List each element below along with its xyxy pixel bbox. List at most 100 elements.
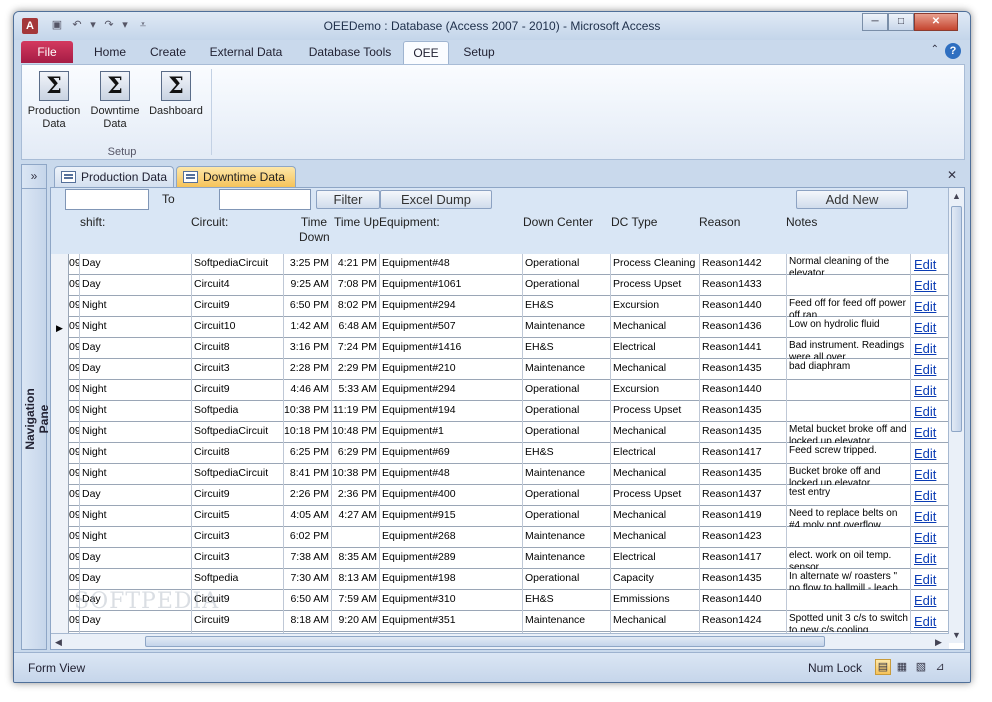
scroll-right-icon[interactable]: ▶ <box>931 634 946 649</box>
row-notes[interactable]: Feed off for feed off power off ran <box>787 296 911 317</box>
row-notes[interactable] <box>787 380 911 401</box>
row-time-down[interactable]: 8:18 AM <box>284 611 332 632</box>
row-reason[interactable]: Reason1435 <box>700 401 787 422</box>
row-down-center[interactable]: EH&S <box>523 296 611 317</box>
row-time-up[interactable]: 9:20 AM <box>332 611 380 632</box>
row-time-up[interactable]: 4:27 AM <box>332 506 380 527</box>
row-reason[interactable]: Reason1437 <box>700 485 787 506</box>
row-time-up[interactable]: 8:02 PM <box>332 296 380 317</box>
maximize-button[interactable]: □ <box>888 13 914 31</box>
row-shift[interactable]: Day <box>80 275 192 296</box>
row-shift[interactable]: Day <box>80 611 192 632</box>
row-circuit[interactable]: Softpedia <box>192 569 284 590</box>
row-equipment[interactable]: Equipment#507 <box>380 317 523 338</box>
row-notes[interactable]: Metal bucket broke off and locked up ele… <box>787 422 911 443</box>
row-down-center[interactable]: Operational <box>523 422 611 443</box>
add-new-button[interactable]: Add New <box>796 190 908 209</box>
row-reason[interactable]: Reason1440 <box>700 380 787 401</box>
row-time-down[interactable]: 4:46 AM <box>284 380 332 401</box>
row-notes[interactable]: Need to replace belts on #4 moly pnt ove… <box>787 506 911 527</box>
row-time-down[interactable]: 3:25 PM <box>284 254 332 275</box>
row-shift[interactable]: Day <box>80 548 192 569</box>
row-dc-type[interactable]: Excursion <box>611 296 700 317</box>
row-dc-type[interactable]: Mechanical <box>611 506 700 527</box>
close-window-button[interactable]: ✕ <box>914 13 958 31</box>
table-row[interactable]: 09 Night Softpedia 10:38 PM 11:19 PM Equipmen… <box>51 401 949 422</box>
table-row[interactable]: ▶ 09 Night Circuit10 1:42 AM 6:48 AM Equipment… <box>51 317 949 338</box>
row-reason[interactable]: Reason1424 <box>700 611 787 632</box>
row-shift[interactable]: Night <box>80 401 192 422</box>
table-row[interactable]: 09 Day SoftpediaCircuit 3:25 PM 4:21 PM Equip… <box>51 254 949 275</box>
row-circuit[interactable]: SoftpediaCircuit <box>192 254 284 275</box>
row-time-down[interactable]: 1:42 AM <box>284 317 332 338</box>
tab-production-data[interactable]: Production Data <box>54 166 174 187</box>
edit-link[interactable]: Edit <box>911 275 943 296</box>
row-time-up[interactable]: 10:48 PM <box>332 422 380 443</box>
row-time-down[interactable]: 7:30 AM <box>284 569 332 590</box>
row-circuit[interactable]: Circuit9 <box>192 485 284 506</box>
row-dc-type[interactable]: Mechanical <box>611 464 700 485</box>
scroll-down-icon[interactable]: ▼ <box>949 627 964 643</box>
row-shift[interactable]: Night <box>80 506 192 527</box>
row-date[interactable]: 09 <box>69 317 80 338</box>
row-date[interactable]: 09 <box>69 338 80 359</box>
row-notes[interactable]: bad diaphram <box>787 359 911 380</box>
row-down-center[interactable]: Maintenance <box>523 464 611 485</box>
row-notes[interactable] <box>787 590 911 611</box>
row-notes[interactable] <box>787 275 911 296</box>
row-shift[interactable]: Night <box>80 317 192 338</box>
from-date-field[interactable] <box>65 189 149 210</box>
row-reason[interactable]: Reason1442 <box>700 254 787 275</box>
row-date[interactable]: 09 <box>69 464 80 485</box>
edit-link[interactable]: Edit <box>911 359 943 380</box>
tab-database-tools[interactable]: Database Tools <box>299 41 401 64</box>
table-row[interactable]: 09 Day Softpedia 7:30 AM 8:13 AM Equipment#19… <box>51 569 949 590</box>
record-selector[interactable] <box>51 401 69 422</box>
row-down-center[interactable]: Maintenance <box>523 317 611 338</box>
row-time-down[interactable]: 9:25 AM <box>284 275 332 296</box>
row-circuit[interactable]: SoftpediaCircuit <box>192 422 284 443</box>
row-reason[interactable]: Reason1440 <box>700 590 787 611</box>
row-date[interactable]: 09 <box>69 380 80 401</box>
row-equipment[interactable]: Equipment#48 <box>380 254 523 275</box>
row-time-up[interactable]: 8:35 AM <box>332 548 380 569</box>
tab-external-data[interactable]: External Data <box>201 41 291 64</box>
row-equipment[interactable]: Equipment#294 <box>380 296 523 317</box>
row-down-center[interactable]: Maintenance <box>523 527 611 548</box>
table-row[interactable]: 09 Night Circuit9 4:46 AM 5:33 AM Equipment#2… <box>51 380 949 401</box>
row-date[interactable]: 09 <box>69 296 80 317</box>
row-notes[interactable] <box>787 401 911 422</box>
row-notes[interactable]: Bucket broke off and locked up elevator <box>787 464 911 485</box>
row-date[interactable]: 09 <box>69 569 80 590</box>
row-down-center[interactable]: Operational <box>523 569 611 590</box>
row-time-up[interactable] <box>332 527 380 548</box>
minimize-button[interactable]: ─ <box>862 13 888 31</box>
row-shift[interactable]: Night <box>80 380 192 401</box>
record-selector[interactable] <box>51 485 69 506</box>
table-row[interactable]: 09 Night Circuit9 6:50 PM 8:02 PM Equipment#2… <box>51 296 949 317</box>
row-dc-type[interactable]: Process Upset <box>611 275 700 296</box>
row-shift[interactable]: Day <box>80 569 192 590</box>
tab-setup[interactable]: Setup <box>457 41 501 64</box>
row-circuit[interactable]: Circuit3 <box>192 359 284 380</box>
row-time-down[interactable]: 3:16 PM <box>284 338 332 359</box>
row-down-center[interactable]: Operational <box>523 506 611 527</box>
layout-view-icon[interactable]: ▧ <box>913 659 929 675</box>
datasheet-view-icon[interactable]: ▦ <box>894 659 910 675</box>
downtime-data-button[interactable]: Σ Downtime Data <box>85 69 145 141</box>
row-dc-type[interactable]: Process Cleaning <box>611 254 700 275</box>
row-down-center[interactable]: Operational <box>523 254 611 275</box>
row-equipment[interactable]: Equipment#194 <box>380 401 523 422</box>
record-selector[interactable] <box>51 527 69 548</box>
design-view-icon[interactable]: ⊿ <box>932 659 948 675</box>
row-dc-type[interactable]: Mechanical <box>611 359 700 380</box>
record-selector[interactable] <box>51 254 69 275</box>
row-equipment[interactable]: Equipment#210 <box>380 359 523 380</box>
table-row[interactable]: 09 Night SoftpediaCircuit 8:41 PM 10:38 PM Eq… <box>51 464 949 485</box>
row-dc-type[interactable]: Electrical <box>611 548 700 569</box>
row-down-center[interactable]: Operational <box>523 275 611 296</box>
row-time-up[interactable]: 2:29 PM <box>332 359 380 380</box>
row-date[interactable]: 09 <box>69 422 80 443</box>
row-time-up[interactable]: 8:13 AM <box>332 569 380 590</box>
row-notes[interactable]: Bad instrument. Readings were all over <box>787 338 911 359</box>
